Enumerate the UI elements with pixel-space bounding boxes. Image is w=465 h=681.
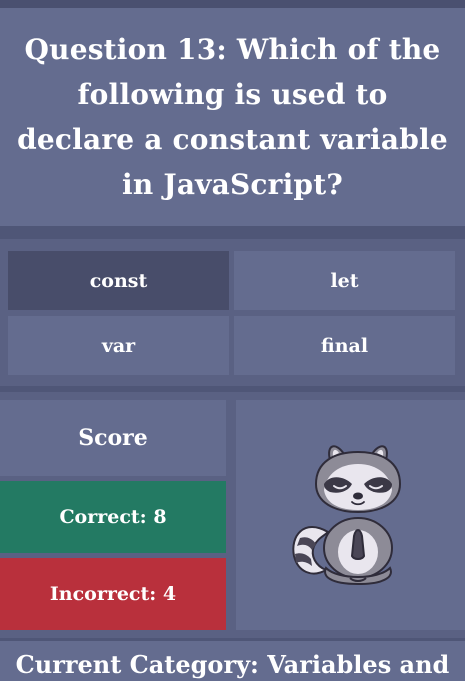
answer-button-const[interactable]: const — [8, 251, 229, 310]
current-category: Current Category: Variables and — [0, 641, 465, 681]
mascot-panel — [236, 400, 465, 630]
question-panel: Question 13: Which of the following is u… — [0, 8, 465, 226]
correct-count: Correct: 8 — [0, 481, 226, 553]
top-strip — [0, 0, 465, 8]
answer-button-final[interactable]: final — [234, 316, 455, 375]
answer-button-var[interactable]: var — [8, 316, 229, 375]
incorrect-count: Incorrect: 4 — [0, 558, 226, 630]
score-section: Score Correct: 8 Incorrect: 4 — [0, 392, 465, 638]
answer-button-let[interactable]: let — [234, 251, 455, 310]
score-title: Score — [0, 400, 226, 476]
question-text: Question 13: Which of the following is u… — [17, 33, 448, 201]
meditating-raccoon-icon — [291, 445, 401, 586]
answer-grid: const let var final — [0, 239, 465, 386]
